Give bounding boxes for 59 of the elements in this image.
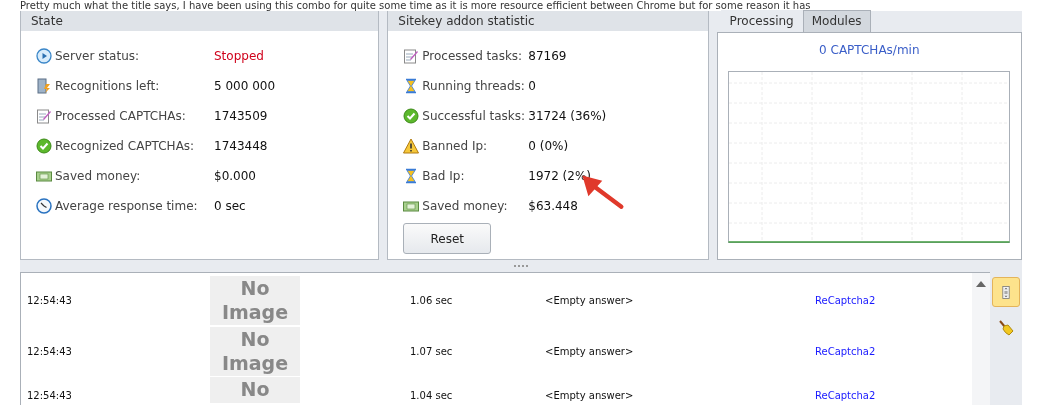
answer-cell-text: <Empty answer> xyxy=(545,346,635,357)
type-cell: ReCaptcha2 xyxy=(815,346,876,357)
time-cell-text: 12:54:43 xyxy=(26,295,73,306)
warning-icon xyxy=(403,138,420,154)
stat-value: 0 xyxy=(528,79,536,93)
splitter-grip[interactable] xyxy=(514,265,528,269)
no-image-text: No Image xyxy=(221,328,289,374)
time-cell-text: 12:54:43 xyxy=(26,346,73,357)
type-cell: ReCaptcha2 xyxy=(815,295,876,306)
answer-cell-text: <Empty answer> xyxy=(545,295,635,306)
battery-icon xyxy=(36,78,52,94)
stat-value: 31724 (36%) xyxy=(528,109,607,123)
stat-label: Banned Ip: xyxy=(422,139,489,153)
tab[interactable]: Modules xyxy=(802,10,871,32)
check-icon xyxy=(36,138,52,154)
check-icon xyxy=(403,108,420,124)
notepad-icon xyxy=(403,48,420,64)
stat-value: 0 (0%) xyxy=(528,139,569,153)
panel-title: Sitekey addon statistic xyxy=(388,11,708,31)
duration-cell-text: 1.07 sec xyxy=(410,346,454,357)
stat-label: Bad Ip: xyxy=(422,169,466,183)
intro-text: Pretty much what the title says, I have been using this combo for quite some time as it is more resource efficient between Chrome but for some reason it has xyxy=(19,0,812,11)
stat-label: Recognized CAPTCHAs: xyxy=(55,139,196,153)
no-image-text: No Image xyxy=(221,277,289,323)
stat-value: 0 sec xyxy=(214,199,246,213)
duration-cell-text: 1.04 sec xyxy=(410,390,454,401)
broom-icon xyxy=(998,320,1014,336)
scrollbar-icon xyxy=(1002,284,1010,300)
stat-value: 5 000 000 xyxy=(214,79,276,93)
stat-label: Successful tasks: xyxy=(422,109,527,123)
notepad-icon xyxy=(36,108,52,124)
stat-value: $0.000 xyxy=(214,169,256,183)
banknote-icon xyxy=(403,198,420,214)
stat-label: Processed tasks: xyxy=(422,49,524,63)
stat-label: Saved money: xyxy=(55,169,142,183)
type-cell: ReCaptcha2 xyxy=(815,390,876,401)
stat-label: Server status: xyxy=(55,49,141,63)
answer-cell-text: <Empty answer> xyxy=(545,390,635,401)
reset-button[interactable]: Reset xyxy=(403,223,492,254)
banknote-icon xyxy=(36,168,52,184)
stat-value: 1743448 xyxy=(214,139,268,153)
stat-value: Stopped xyxy=(214,49,264,63)
stat-label: Processed CAPTCHAs: xyxy=(55,109,187,123)
stat-label: Running threads: xyxy=(422,79,526,93)
stat-label: Average response time: xyxy=(55,199,199,213)
time-cell-text: 12:54:43 xyxy=(26,390,73,401)
play-icon xyxy=(36,48,52,64)
clock-icon xyxy=(36,198,52,214)
stat-value: 87169 xyxy=(528,49,567,63)
panel-title: State xyxy=(21,11,379,31)
stat-label: Recognitions left: xyxy=(55,79,161,93)
no-image-text: No xyxy=(240,378,270,400)
stat-label: Saved money: xyxy=(422,199,509,213)
rate-text: 0 CAPTCHAs/min xyxy=(819,43,920,57)
autoscroll-button[interactable] xyxy=(992,277,1020,307)
duration-cell-text: 1.06 sec xyxy=(410,295,454,306)
stat-value: $63.448 xyxy=(528,199,578,213)
stat-value: 1743509 xyxy=(214,109,268,123)
scroll-up-icon[interactable] xyxy=(976,281,987,287)
